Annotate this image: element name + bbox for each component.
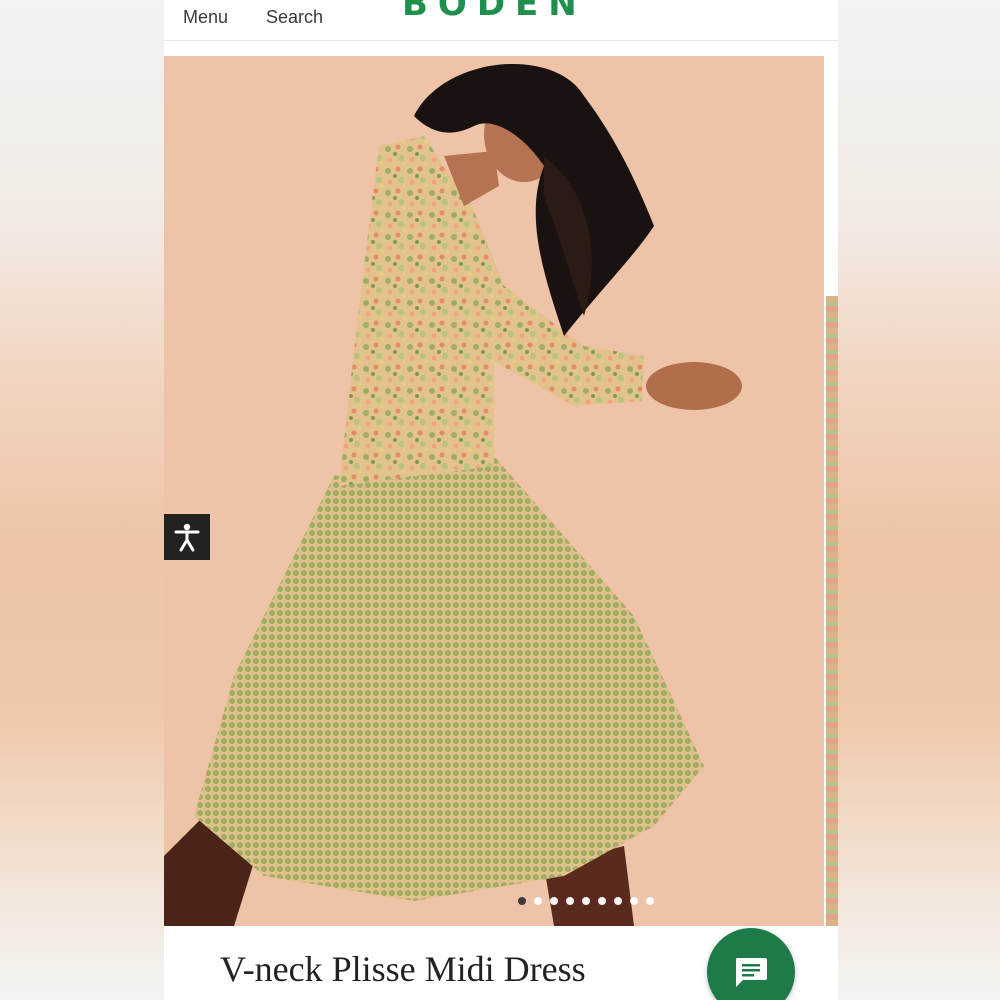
- carousel-dot[interactable]: [550, 897, 558, 905]
- carousel-dot[interactable]: [534, 897, 542, 905]
- product-photo-illustration: [164, 56, 824, 926]
- search-link[interactable]: Search: [266, 7, 323, 28]
- accessibility-icon: [174, 523, 200, 552]
- carousel-dot[interactable]: [582, 897, 590, 905]
- product-image[interactable]: [164, 56, 824, 926]
- mobile-page: Menu Search BODEN V-neck Plisse Midi Dre…: [164, 0, 838, 1000]
- chat-button[interactable]: [707, 928, 795, 1000]
- carousel-dot[interactable]: [566, 897, 574, 905]
- menu-link[interactable]: Menu: [183, 7, 228, 28]
- blurred-left-margin: [0, 0, 164, 1000]
- carousel-dot[interactable]: [614, 897, 622, 905]
- accessibility-button[interactable]: [164, 514, 210, 560]
- carousel-dot[interactable]: [646, 897, 654, 905]
- brand-logo[interactable]: BODEN: [402, 0, 587, 24]
- product-title: V-neck Plisse Midi Dress: [220, 949, 586, 989]
- site-header: Menu Search BODEN: [164, 0, 838, 41]
- carousel-dot[interactable]: [518, 897, 526, 905]
- carousel-dot[interactable]: [598, 897, 606, 905]
- carousel-dot[interactable]: [630, 897, 638, 905]
- next-slide-peek: [826, 296, 838, 926]
- chat-icon: [736, 958, 767, 987]
- blurred-right-margin: [838, 0, 1000, 1000]
- carousel-indicator: [164, 897, 838, 907]
